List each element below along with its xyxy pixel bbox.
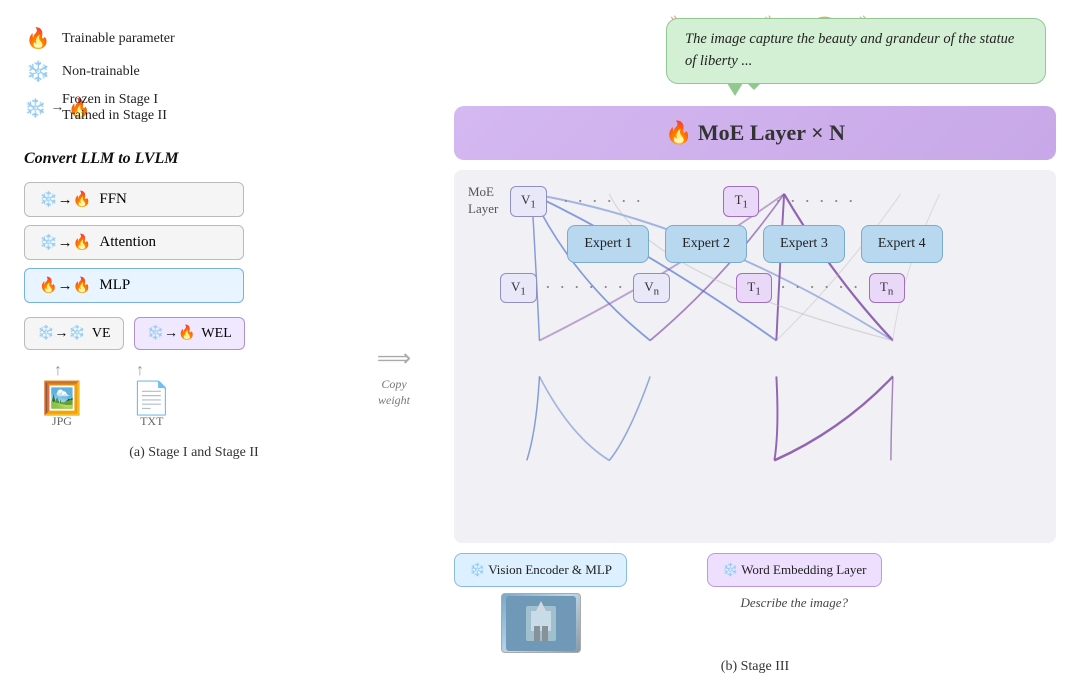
- jpg-file-icon: 🖼️ JPG: [42, 382, 82, 429]
- dots-top-right: · · · · · ·: [775, 191, 855, 212]
- bottom-encoder-row: ❄️ Vision Encoder & MLP: [454, 553, 1056, 653]
- mlp-module: 🔥→🔥 MLP: [24, 268, 244, 303]
- copy-weight-area: ⟹ Copy weight: [364, 18, 424, 675]
- frozen-trained-icon: ❄️→🔥: [24, 98, 52, 119]
- describe-text: Describe the image?: [740, 595, 848, 611]
- frozen-trained-label: Frozen in Stage I Trained in Stage II: [62, 92, 167, 124]
- experts-row: Expert 1 Expert 2 Expert 3 Expert 4: [470, 225, 1040, 263]
- moe-layer-text: 🔥 MoE Layer × N: [665, 120, 845, 146]
- txt-label: TXT: [140, 414, 163, 429]
- dots-bottom-t: · · · · · ·: [780, 277, 860, 298]
- up-arrows: ↑ ↑: [42, 362, 364, 380]
- wel-icon: ❄️→🔥: [147, 325, 196, 342]
- top-token-row: V1 · · · · · · T1 · · · · · ·: [470, 186, 1040, 217]
- ffn-module: ❄️→🔥 FFN: [24, 182, 244, 217]
- legend-trainable: 🔥 Trainable parameter: [24, 26, 364, 51]
- attention-label: Attention: [99, 234, 156, 251]
- token-t1-bottom: T1: [736, 273, 772, 304]
- word-embedding-block: ❄️ Word Embedding Layer Describe the ima…: [707, 553, 882, 611]
- token-v1-bottom: V1: [500, 273, 537, 304]
- expert-2: Expert 2: [665, 225, 747, 263]
- copy-text-line2: weight: [378, 393, 410, 407]
- mlp-icon: 🔥→🔥: [39, 276, 91, 295]
- expert-4: Expert 4: [861, 225, 943, 263]
- txt-file-icon: 📄 TXT: [132, 382, 172, 429]
- mlp-label: MLP: [99, 277, 130, 294]
- jpg-icon: 🖼️: [42, 382, 82, 414]
- snowflake-icon: ❄️: [24, 59, 52, 84]
- txt-up-arrow: ↑: [124, 362, 156, 380]
- ffn-icon: ❄️→🔥: [39, 190, 91, 209]
- non-trainable-label: Non-trainable: [62, 64, 140, 80]
- token-v1-top: V1: [510, 186, 547, 217]
- token-vn-bottom: Vn: [633, 273, 670, 304]
- legend-frozen-trained: ❄️→🔥 Frozen in Stage I Trained in Stage …: [24, 92, 364, 124]
- token-tn-bottom: Tn: [869, 273, 905, 304]
- legend: 🔥 Trainable parameter ❄️ Non-trainable ❄…: [24, 26, 364, 124]
- fire-icon: 🔥: [24, 26, 52, 51]
- vision-encoder-label: ❄️ Vision Encoder & MLP: [454, 553, 627, 587]
- legend-non-trainable: ❄️ Non-trainable: [24, 59, 364, 84]
- bottom-modules: ❄️→❄️ VE ❄️→🔥 WEL: [24, 317, 364, 350]
- token-t1-top: T1: [723, 186, 759, 217]
- ve-module: ❄️→❄️ VE: [24, 317, 124, 350]
- jpg-up-arrow: ↑: [42, 362, 74, 380]
- image-thumbnail: [501, 593, 581, 653]
- expert-1: Expert 1: [567, 225, 649, 263]
- vision-encoder-block: ❄️ Vision Encoder & MLP: [454, 553, 627, 653]
- jpg-label: JPG: [52, 414, 72, 429]
- copy-text-line1: Copy: [381, 377, 406, 391]
- word-embedding-label: ❄️ Word Embedding Layer: [707, 553, 882, 587]
- expert-3: Expert 3: [763, 225, 845, 263]
- attention-module: ❄️→🔥 Attention: [24, 225, 244, 260]
- bubble-tail: [727, 83, 743, 96]
- wel-module: ❄️→🔥 WEL: [134, 317, 245, 350]
- stage-label-a: (a) Stage I and Stage II: [24, 445, 364, 461]
- convert-title: Convert LLM to LVLM: [24, 150, 364, 168]
- file-icons: 🖼️ JPG 📄 TXT: [42, 382, 364, 429]
- moe-layer-bar: 🔥 MoE Layer × N: [454, 106, 1056, 160]
- left-panel: 🔥 Trainable parameter ❄️ Non-trainable ❄…: [24, 18, 364, 675]
- copy-arrow-icon: ⟹: [377, 344, 411, 373]
- dots-bottom-v: · · · · · ·: [545, 277, 625, 298]
- attention-icon: ❄️→🔥: [39, 233, 91, 252]
- ve-icon: ❄️→❄️: [37, 325, 86, 342]
- module-boxes: ❄️→🔥 FFN ❄️→🔥 Attention 🔥→🔥 MLP: [24, 182, 364, 303]
- right-panel: 🦙🎓🦙🎨🦙💻 The image capture the beauty and …: [424, 18, 1056, 675]
- main-container: 🔥 Trainable parameter ❄️ Non-trainable ❄…: [0, 0, 1080, 691]
- copy-weight-label: Copy weight: [378, 377, 410, 408]
- wel-label: WEL: [201, 326, 231, 342]
- stage-label-b: (b) Stage III: [454, 659, 1056, 675]
- image-svg: [506, 596, 576, 651]
- diagram-area: MoELayer: [454, 170, 1056, 543]
- trainable-label: Trainable parameter: [62, 31, 175, 47]
- ffn-label: FFN: [99, 191, 127, 208]
- bottom-token-row: V1 · · · · · · Vn T1 · · · · · · Tn: [470, 273, 1040, 304]
- txt-icon: 📄: [132, 382, 172, 414]
- dots-top-left: · · · · · ·: [563, 191, 643, 212]
- ve-label: VE: [92, 326, 111, 342]
- speech-bubble: The image capture the beauty and grandeu…: [666, 18, 1046, 84]
- speech-text: The image capture the beauty and grandeu…: [685, 31, 1014, 69]
